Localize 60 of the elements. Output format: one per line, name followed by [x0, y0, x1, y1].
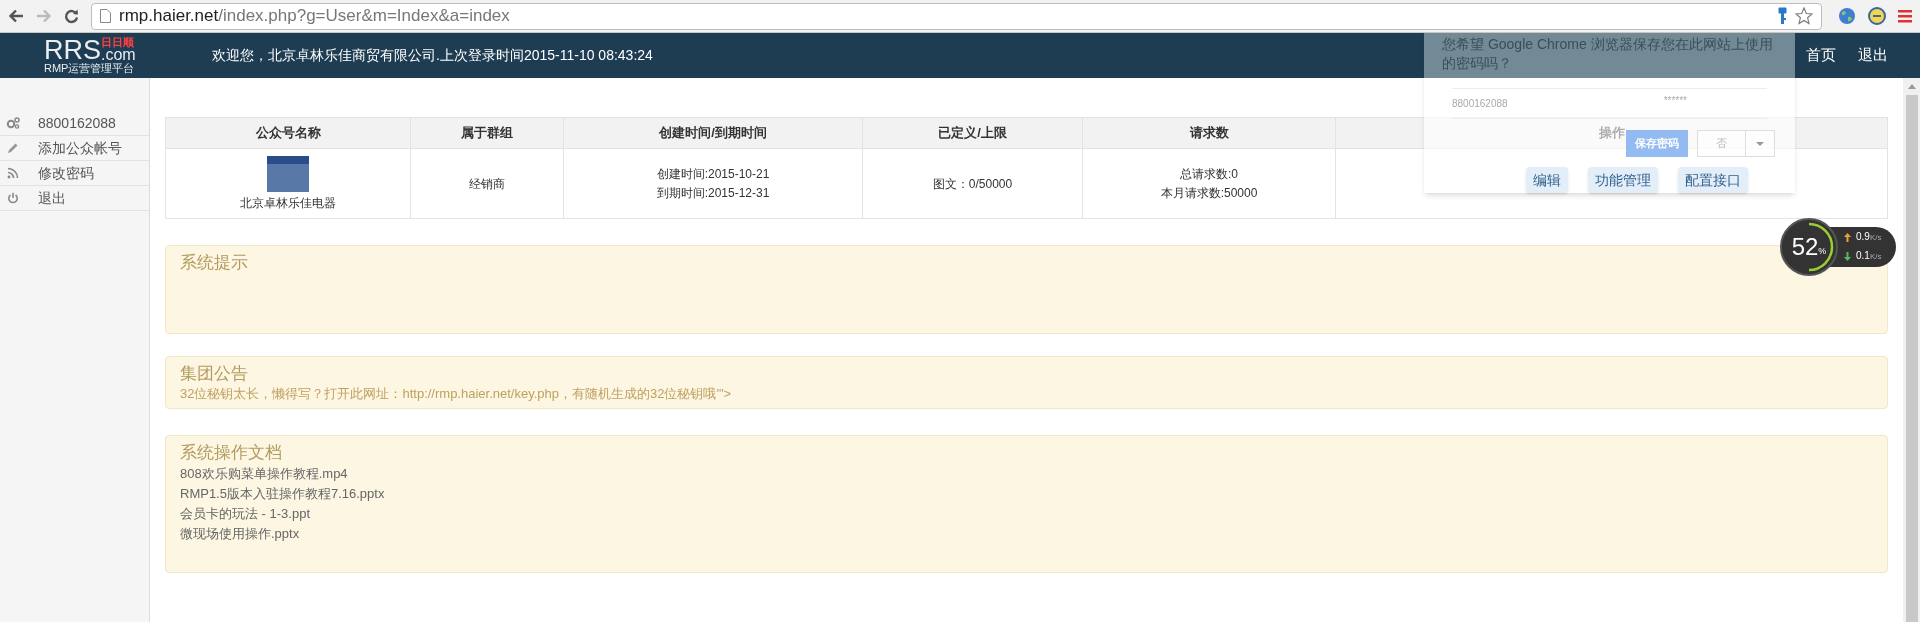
- nav-link[interactable]: 首页: [1806, 44, 1836, 67]
- password-text: ******: [1663, 94, 1687, 108]
- menu-icon[interactable]: [1898, 9, 1912, 23]
- action-button[interactable]: 配置接口: [1678, 167, 1748, 193]
- action-button[interactable]: 编辑: [1526, 167, 1568, 193]
- panel-title: 系统操作文档: [180, 442, 282, 464]
- document-link[interactable]: 微现场使用操作.pptx: [180, 524, 300, 544]
- table-cell-text: 北京卓林乐佳电器: [240, 194, 336, 212]
- username-text: 8800162088: [1452, 97, 1508, 111]
- globe-icon[interactable]: [1838, 7, 1856, 25]
- column-header: 请求数: [1189, 124, 1229, 143]
- panel-title: 集团公告: [180, 363, 248, 385]
- document-link[interactable]: 808欢乐购菜单操作教程.mp4: [180, 464, 348, 484]
- welcome-text: 欢迎您，北京卓林乐佳商贸有限公司.上次登录时间2015-11-10 08:43:24: [212, 46, 653, 65]
- column-header: 操作: [1598, 124, 1625, 143]
- reload-icon[interactable]: [64, 8, 79, 24]
- scroll-up-icon[interactable]: [1907, 84, 1916, 89]
- table-cell-text: 经销商: [469, 175, 505, 193]
- sidebar-item[interactable]: 修改密码: [0, 161, 149, 186]
- account-thumbnail: [267, 155, 309, 192]
- key-icon[interactable]: [1778, 7, 1787, 25]
- column-header: 创建时间/到期时间: [659, 124, 767, 143]
- sidebar-item[interactable]: 退出: [0, 186, 149, 211]
- page-icon: [100, 9, 111, 23]
- document-link[interactable]: 会员卡的玩法 - 1-3.ppt: [180, 504, 311, 524]
- scrollbar[interactable]: [1903, 78, 1920, 622]
- table-cell-text: 本月请求数:50000: [1160, 184, 1258, 202]
- url-text: rmp.haier.net/index.php?g=User&m=Index&a=index: [119, 5, 510, 28]
- column-header: 已定义/上限: [938, 124, 1007, 143]
- download-arrow-icon: [1844, 252, 1851, 261]
- table-cell-text: 到期时间:2015-12-31: [656, 184, 770, 202]
- pencil-icon: [7, 142, 19, 154]
- column-header: 公众号名称: [255, 124, 321, 143]
- back-arrow-icon[interactable]: [8, 9, 24, 23]
- power-icon: [7, 192, 19, 204]
- notice-text: 32位秘钥太长，懒得写？打开此网址：http://rmp.haier.net/key.php，有随机生成的32位秘钥哦'">: [180, 385, 733, 403]
- table-cell-text: 创建时间:2015-10-21: [656, 165, 770, 183]
- gears-icon: [6, 117, 20, 129]
- table-cell-text: 总请求数:0: [1180, 165, 1238, 183]
- star-icon[interactable]: [1795, 7, 1813, 25]
- sidebar-item[interactable]: 添加公众帐号: [0, 136, 149, 161]
- upload-speed: 0.9K/s: [1856, 230, 1882, 244]
- nav-link[interactable]: 退出: [1858, 44, 1888, 67]
- document-link[interactable]: RMP1.5版本入驻操作教程7.16.pptx: [180, 484, 385, 504]
- download-speed: 0.1K/s: [1856, 249, 1882, 263]
- extension-icon[interactable]: [1868, 7, 1886, 25]
- rss-icon: [7, 167, 19, 179]
- upload-arrow-icon: [1844, 233, 1851, 242]
- panel-title: 系统提示: [180, 252, 248, 274]
- logo-text: RRS: [44, 37, 101, 62]
- action-button[interactable]: 功能管理: [1588, 167, 1658, 193]
- logo-badge-text: 日日顺: [101, 36, 134, 48]
- logo-domain: .com: [101, 47, 136, 62]
- caret-icon: [1756, 141, 1764, 146]
- table-cell-text: 图文：0/50000: [932, 175, 1013, 193]
- sidebar-item[interactable]: 8800162088: [0, 111, 149, 136]
- column-header: 属于群组: [461, 124, 513, 143]
- scroll-thumb[interactable]: [1905, 95, 1918, 622]
- logo-subtitle: RMP运营管理平台: [44, 61, 136, 75]
- address-bar[interactable]: rmp.haier.net/index.php?g=User&m=Index&a=index: [91, 2, 1822, 30]
